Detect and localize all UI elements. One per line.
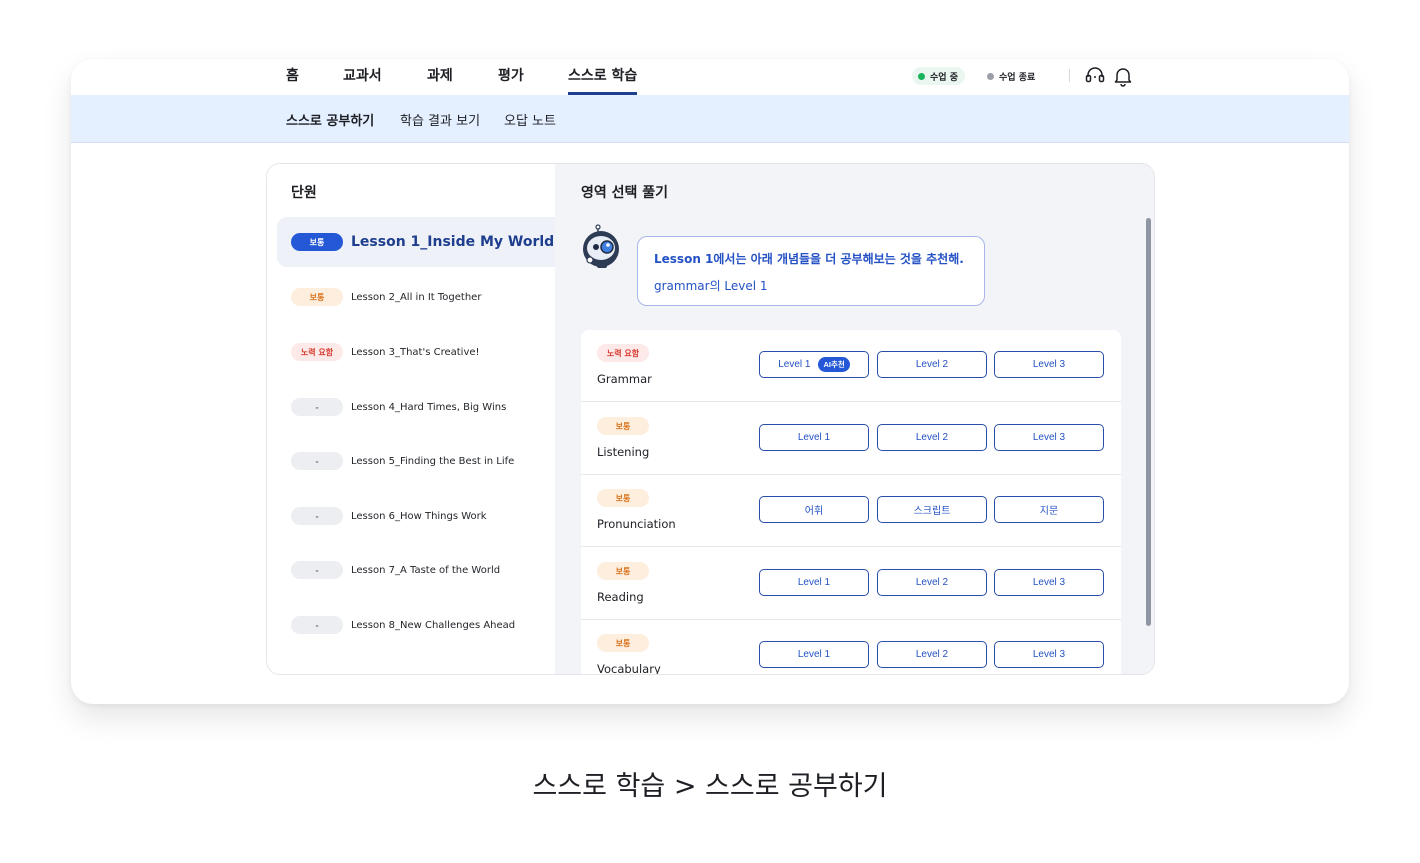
lesson-item[interactable]: - Lesson 8_New Challenges Ahead bbox=[277, 600, 555, 650]
headset-icon[interactable] bbox=[1084, 65, 1106, 87]
lesson-status-badge: - bbox=[291, 561, 343, 579]
area-name: Reading bbox=[597, 590, 644, 604]
nav-assignment[interactable]: 과제 bbox=[427, 65, 453, 93]
lesson-item[interactable]: 보통 Lesson 2_All in It Together bbox=[277, 272, 555, 322]
subnav-results[interactable]: 학습 결과 보기 bbox=[400, 110, 480, 129]
nav-textbook[interactable]: 교과서 bbox=[343, 65, 382, 93]
lesson-item[interactable]: - Lesson 6_How Things Work bbox=[277, 491, 555, 541]
unit-list: 단원 보통 Lesson 1_Inside My World 보통 Lesson… bbox=[267, 164, 555, 674]
app-window: 홈 교과서 과제 평가 스스로 학습 수업 중 수업 종료 스스로 공부하기 학… bbox=[71, 59, 1349, 704]
class-end-label: 수업 종료 bbox=[999, 72, 1036, 83]
area-name: Listening bbox=[597, 445, 650, 459]
nav-home[interactable]: 홈 bbox=[286, 65, 299, 93]
subnav-wrong-notes[interactable]: 오답 노트 bbox=[504, 110, 556, 129]
area-selection: 영역 선택 풀기 Lesson 1에서는 아래 개념들을 더 공부해보는 것을 … bbox=[555, 164, 1154, 675]
lesson-label: Lesson 7_A Taste of the World bbox=[351, 564, 501, 576]
class-end-status[interactable]: 수업 종료 bbox=[981, 67, 1042, 85]
area-row-grammar: 노력 요함 Grammar Level 1 AI추천 Level 2 Level… bbox=[581, 330, 1121, 402]
area-row-vocabulary: 보통 Vocabulary Level 1 Level 2 Level 3 bbox=[581, 620, 1121, 675]
vocabulary-level1-button[interactable]: Level 1 bbox=[759, 641, 869, 668]
nav-divider bbox=[1069, 69, 1070, 82]
area-status-badge: 보통 bbox=[597, 417, 649, 435]
vocabulary-level3-button[interactable]: Level 3 bbox=[994, 641, 1104, 668]
pronunciation-vocab-button[interactable]: 어휘 bbox=[759, 496, 869, 523]
live-dot-icon bbox=[918, 72, 925, 80]
area-row-pronunciation: 보통 Pronunciation 어휘 스크립트 지문 bbox=[581, 475, 1121, 547]
nav-self-study[interactable]: 스스로 학습 bbox=[568, 65, 638, 95]
listening-level1-button[interactable]: Level 1 bbox=[759, 424, 869, 451]
lesson-label: Lesson 8_New Challenges Ahead bbox=[351, 619, 516, 631]
top-nav: 홈 교과서 과제 평가 스스로 학습 수업 중 수업 종료 bbox=[71, 59, 1349, 95]
area-name: Grammar bbox=[597, 372, 652, 386]
grammar-level2-button[interactable]: Level 2 bbox=[877, 351, 987, 378]
area-status-badge: 보통 bbox=[597, 562, 649, 580]
reading-level3-button[interactable]: Level 3 bbox=[994, 569, 1104, 596]
screen-caption: 스스로 학습 > 스스로 공부하기 bbox=[532, 771, 888, 802]
lesson-status-badge: 노력 요함 bbox=[291, 343, 343, 361]
area-status-badge: 노력 요함 bbox=[597, 344, 649, 362]
lesson-status-badge: - bbox=[291, 507, 343, 525]
area-status-badge: 보통 bbox=[597, 489, 649, 507]
lesson-item[interactable]: 보통 Lesson 1_Inside My World bbox=[277, 217, 555, 267]
class-live-status[interactable]: 수업 중 bbox=[912, 67, 965, 85]
ai-recommend-badge: AI추천 bbox=[818, 357, 850, 372]
vocabulary-level2-button[interactable]: Level 2 bbox=[877, 641, 987, 668]
listening-level2-button[interactable]: Level 2 bbox=[877, 424, 987, 451]
lesson-status-badge: - bbox=[291, 452, 343, 470]
lesson-item[interactable]: - Lesson 5_Finding the Best in Life bbox=[277, 436, 555, 486]
button-label: Level 1 bbox=[778, 359, 811, 370]
end-dot-icon bbox=[987, 72, 994, 80]
area-name: Pronunciation bbox=[597, 517, 676, 531]
area-row-listening: 보통 Listening Level 1 Level 2 Level 3 bbox=[581, 403, 1121, 475]
subnav-self-study[interactable]: 스스로 공부하기 bbox=[286, 110, 374, 129]
bell-icon[interactable] bbox=[1112, 65, 1134, 87]
pronunciation-passage-button[interactable]: 지문 bbox=[994, 496, 1104, 523]
lesson-item[interactable]: - Lesson 4_Hard Times, Big Wins bbox=[277, 382, 555, 432]
listening-level3-button[interactable]: Level 3 bbox=[994, 424, 1104, 451]
lesson-status-badge: - bbox=[291, 398, 343, 416]
area-name: Vocabulary bbox=[597, 662, 661, 675]
lesson-label: Lesson 1_Inside My World bbox=[351, 234, 555, 250]
robot-icon bbox=[583, 224, 619, 268]
lesson-label: Lesson 6_How Things Work bbox=[351, 510, 487, 522]
lesson-status-badge: - bbox=[291, 616, 343, 634]
area-list: 노력 요함 Grammar Level 1 AI추천 Level 2 Level… bbox=[581, 330, 1121, 675]
scrollbar[interactable] bbox=[1146, 218, 1151, 626]
area-row-reading: 보통 Reading Level 1 Level 2 Level 3 bbox=[581, 548, 1121, 620]
unit-title: 단원 bbox=[291, 185, 317, 201]
lesson-label: Lesson 3_That's Creative! bbox=[351, 346, 480, 358]
recommendation-level: grammar의 Level 1 bbox=[654, 279, 768, 293]
nav-evaluation[interactable]: 평가 bbox=[498, 65, 524, 93]
lesson-item[interactable]: - Lesson 7_A Taste of the World bbox=[277, 545, 555, 595]
grammar-level1-button[interactable]: Level 1 AI추천 bbox=[759, 351, 869, 378]
area-status-badge: 보통 bbox=[597, 634, 649, 652]
lesson-item[interactable]: 노력 요함 Lesson 3_That's Creative! bbox=[277, 327, 555, 377]
area-title: 영역 선택 풀기 bbox=[581, 185, 669, 201]
recommendation-bubble: Lesson 1에서는 아래 개념들을 더 공부해보는 것을 추천해. gram… bbox=[637, 236, 985, 306]
lesson-label: Lesson 4_Hard Times, Big Wins bbox=[351, 401, 507, 413]
grammar-level3-button[interactable]: Level 3 bbox=[994, 351, 1104, 378]
pronunciation-script-button[interactable]: 스크립트 bbox=[877, 496, 987, 523]
lesson-status-badge: 보통 bbox=[291, 288, 343, 306]
reading-level1-button[interactable]: Level 1 bbox=[759, 569, 869, 596]
sub-nav: 스스로 공부하기 학습 결과 보기 오답 노트 bbox=[71, 95, 1349, 143]
lesson-status-badge: 보통 bbox=[291, 233, 343, 251]
study-panel: 단원 보통 Lesson 1_Inside My World 보통 Lesson… bbox=[266, 163, 1155, 675]
class-live-label: 수업 중 bbox=[930, 72, 958, 83]
lesson-label: Lesson 2_All in It Together bbox=[351, 291, 482, 303]
recommendation-text: Lesson 1에서는 아래 개념들을 더 공부해보는 것을 추천해. bbox=[654, 252, 964, 266]
reading-level2-button[interactable]: Level 2 bbox=[877, 569, 987, 596]
lesson-label: Lesson 5_Finding the Best in Life bbox=[351, 455, 515, 467]
